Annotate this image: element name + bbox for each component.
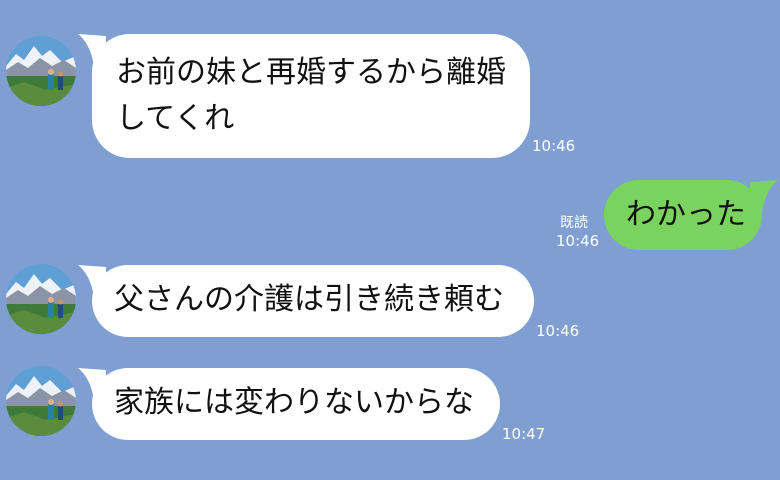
message-time: 10:46 [556, 232, 600, 250]
mountain-hikers-icon [6, 264, 76, 334]
mountain-hikers-icon [6, 366, 76, 436]
sender-avatar[interactable] [6, 36, 76, 106]
message-line: してくれ [116, 101, 235, 136]
message-line: お前の妹と再婚するから離婚 [116, 55, 506, 90]
incoming-message-bubble[interactable]: 父さんの介護は引き続き頼む [78, 265, 534, 337]
message-text: 父さんの介護は引き続き頼む [114, 282, 504, 317]
message-time: 10:46 [536, 322, 580, 340]
sender-avatar[interactable] [6, 366, 76, 436]
message-text: お前の妹と再婚するから離婚 してくれ [92, 34, 530, 142]
sender-avatar[interactable] [6, 264, 76, 334]
message-text: わかった [626, 197, 746, 232]
message-time: 10:47 [502, 425, 546, 443]
read-receipt: 既読 [560, 215, 588, 231]
incoming-message-bubble[interactable]: 家族には変わりないからな [78, 368, 500, 440]
message-text: 家族には変わりないからな [114, 385, 474, 420]
outgoing-message-bubble[interactable]: わかった [604, 180, 778, 250]
mountain-hikers-icon [6, 36, 76, 106]
chat-area[interactable]: お前の妹と再婚するから離婚 してくれ 10:46 既読 10:46 わかった 父… [0, 0, 780, 480]
incoming-message-bubble[interactable]: お前の妹と再婚するから離婚 してくれ [78, 34, 530, 158]
message-time: 10:46 [532, 137, 576, 155]
